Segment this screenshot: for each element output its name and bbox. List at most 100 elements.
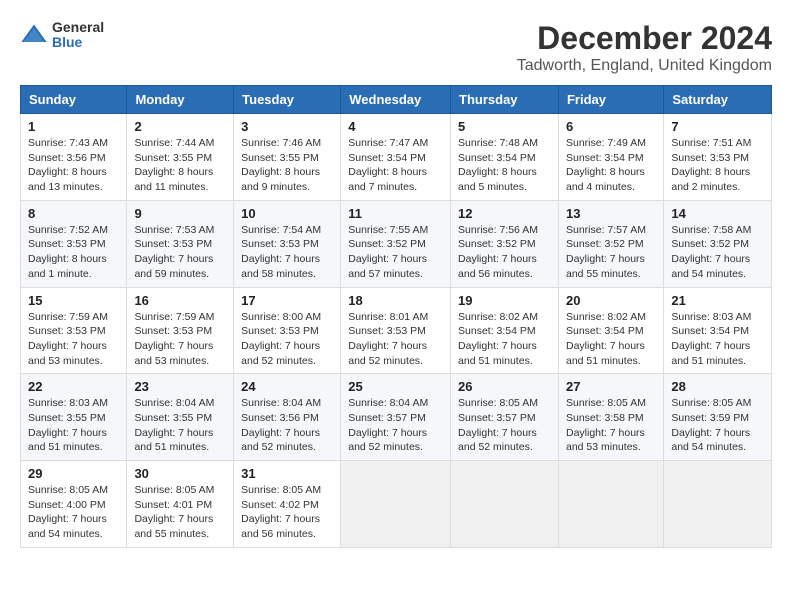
calendar-cell: 24 Sunrise: 8:04 AMSunset: 3:56 PMDayligh… (234, 374, 341, 461)
calendar: SundayMondayTuesdayWednesdayThursdayFrid… (20, 85, 772, 548)
calendar-cell: 16 Sunrise: 7:59 AMSunset: 3:53 PMDayligh… (127, 287, 234, 374)
calendar-cell: 18 Sunrise: 8:01 AMSunset: 3:53 PMDayligh… (341, 287, 451, 374)
day-number: 18 (348, 293, 443, 308)
day-number: 16 (134, 293, 226, 308)
day-info: Sunrise: 8:05 AMSunset: 3:57 PMDaylight:… (458, 396, 551, 455)
day-number: 22 (28, 379, 119, 394)
day-info: Sunrise: 8:00 AMSunset: 3:53 PMDaylight:… (241, 310, 333, 369)
day-number: 6 (566, 119, 656, 134)
day-number: 24 (241, 379, 333, 394)
day-number: 1 (28, 119, 119, 134)
calendar-cell: 13 Sunrise: 7:57 AMSunset: 3:52 PMDayligh… (558, 200, 663, 287)
calendar-cell: 17 Sunrise: 8:00 AMSunset: 3:53 PMDayligh… (234, 287, 341, 374)
day-number: 26 (458, 379, 551, 394)
weekday-header-saturday: Saturday (664, 86, 772, 114)
calendar-cell: 23Sunrise: 8:04 AMSunset: 3:55 PMDayligh… (127, 374, 234, 461)
calendar-cell: 27Sunrise: 8:05 AMSunset: 3:58 PMDayligh… (558, 374, 663, 461)
calendar-cell: 6 Sunrise: 7:49 AMSunset: 3:54 PMDaylight… (558, 114, 663, 201)
day-info: Sunrise: 8:05 AMSunset: 4:01 PMDaylight:… (134, 483, 226, 542)
logo-text: General Blue (52, 20, 104, 51)
day-info: Sunrise: 7:44 AMSunset: 3:55 PMDaylight:… (134, 136, 226, 195)
day-number: 9 (134, 206, 226, 221)
calendar-cell: 15Sunrise: 7:59 AMSunset: 3:53 PMDayligh… (21, 287, 127, 374)
day-info: Sunrise: 8:03 AMSunset: 3:55 PMDaylight:… (28, 396, 119, 455)
page-header: General Blue December 2024 Tadworth, Eng… (20, 20, 772, 75)
day-info: Sunrise: 8:02 AMSunset: 3:54 PMDaylight:… (458, 310, 551, 369)
calendar-week-row: 8 Sunrise: 7:52 AMSunset: 3:53 PMDaylight… (21, 200, 772, 287)
calendar-cell: 1 Sunrise: 7:43 AMSunset: 3:56 PMDaylight… (21, 114, 127, 201)
weekday-header-monday: Monday (127, 86, 234, 114)
calendar-cell (664, 461, 772, 548)
day-info: Sunrise: 8:05 AMSunset: 4:02 PMDaylight:… (241, 483, 333, 542)
day-info: Sunrise: 8:04 AMSunset: 3:56 PMDaylight:… (241, 396, 333, 455)
weekday-header-friday: Friday (558, 86, 663, 114)
calendar-cell: 29Sunrise: 8:05 AMSunset: 4:00 PMDayligh… (21, 461, 127, 548)
day-info: Sunrise: 7:58 AMSunset: 3:52 PMDaylight:… (671, 223, 764, 282)
day-info: Sunrise: 7:51 AMSunset: 3:53 PMDaylight:… (671, 136, 764, 195)
day-info: Sunrise: 7:57 AMSunset: 3:52 PMDaylight:… (566, 223, 656, 282)
day-number: 31 (241, 466, 333, 481)
day-number: 20 (566, 293, 656, 308)
calendar-cell (558, 461, 663, 548)
calendar-cell: 19 Sunrise: 8:02 AMSunset: 3:54 PMDayligh… (451, 287, 559, 374)
day-info: Sunrise: 7:48 AMSunset: 3:54 PMDaylight:… (458, 136, 551, 195)
calendar-week-row: 15Sunrise: 7:59 AMSunset: 3:53 PMDayligh… (21, 287, 772, 374)
calendar-cell (451, 461, 559, 548)
day-info: Sunrise: 7:43 AMSunset: 3:56 PMDaylight:… (28, 136, 119, 195)
calendar-cell: 30 Sunrise: 8:05 AMSunset: 4:01 PMDayligh… (127, 461, 234, 548)
weekday-header-sunday: Sunday (21, 86, 127, 114)
day-number: 13 (566, 206, 656, 221)
calendar-week-row: 1 Sunrise: 7:43 AMSunset: 3:56 PMDaylight… (21, 114, 772, 201)
day-info: Sunrise: 8:02 AMSunset: 3:54 PMDaylight:… (566, 310, 656, 369)
day-number: 12 (458, 206, 551, 221)
calendar-cell: 3 Sunrise: 7:46 AMSunset: 3:55 PMDaylight… (234, 114, 341, 201)
day-info: Sunrise: 7:54 AMSunset: 3:53 PMDaylight:… (241, 223, 333, 282)
calendar-cell (341, 461, 451, 548)
calendar-cell: 12 Sunrise: 7:56 AMSunset: 3:52 PMDayligh… (451, 200, 559, 287)
day-info: Sunrise: 7:53 AMSunset: 3:53 PMDaylight:… (134, 223, 226, 282)
day-number: 8 (28, 206, 119, 221)
calendar-cell: 20 Sunrise: 8:02 AMSunset: 3:54 PMDayligh… (558, 287, 663, 374)
day-info: Sunrise: 7:56 AMSunset: 3:52 PMDaylight:… (458, 223, 551, 282)
calendar-cell: 8 Sunrise: 7:52 AMSunset: 3:53 PMDaylight… (21, 200, 127, 287)
day-info: Sunrise: 8:04 AMSunset: 3:55 PMDaylight:… (134, 396, 226, 455)
calendar-cell: 26 Sunrise: 8:05 AMSunset: 3:57 PMDayligh… (451, 374, 559, 461)
logo-blue: Blue (52, 35, 104, 50)
day-info: Sunrise: 7:52 AMSunset: 3:53 PMDaylight:… (28, 223, 119, 282)
calendar-cell: 22 Sunrise: 8:03 AMSunset: 3:55 PMDayligh… (21, 374, 127, 461)
day-info: Sunrise: 7:59 AMSunset: 3:53 PMDaylight:… (28, 310, 119, 369)
calendar-cell: 14 Sunrise: 7:58 AMSunset: 3:52 PMDayligh… (664, 200, 772, 287)
calendar-cell: 2 Sunrise: 7:44 AMSunset: 3:55 PMDaylight… (127, 114, 234, 201)
day-number: 17 (241, 293, 333, 308)
calendar-cell: 5 Sunrise: 7:48 AMSunset: 3:54 PMDaylight… (451, 114, 559, 201)
day-number: 2 (134, 119, 226, 134)
day-number: 3 (241, 119, 333, 134)
day-number: 27 (566, 379, 656, 394)
logo-icon (20, 21, 48, 49)
calendar-cell: 25Sunrise: 8:04 AMSunset: 3:57 PMDayligh… (341, 374, 451, 461)
calendar-cell: 11Sunrise: 7:55 AMSunset: 3:52 PMDayligh… (341, 200, 451, 287)
day-number: 28 (671, 379, 764, 394)
day-info: Sunrise: 8:04 AMSunset: 3:57 PMDaylight:… (348, 396, 443, 455)
day-info: Sunrise: 7:47 AMSunset: 3:54 PMDaylight:… (348, 136, 443, 195)
day-info: Sunrise: 7:49 AMSunset: 3:54 PMDaylight:… (566, 136, 656, 195)
day-info: Sunrise: 8:03 AMSunset: 3:54 PMDaylight:… (671, 310, 764, 369)
day-info: Sunrise: 8:05 AMSunset: 3:59 PMDaylight:… (671, 396, 764, 455)
day-info: Sunrise: 7:46 AMSunset: 3:55 PMDaylight:… (241, 136, 333, 195)
day-number: 10 (241, 206, 333, 221)
calendar-cell: 31 Sunrise: 8:05 AMSunset: 4:02 PMDayligh… (234, 461, 341, 548)
weekday-header-tuesday: Tuesday (234, 86, 341, 114)
logo-general: General (52, 20, 104, 35)
day-info: Sunrise: 8:01 AMSunset: 3:53 PMDaylight:… (348, 310, 443, 369)
calendar-cell: 9 Sunrise: 7:53 AMSunset: 3:53 PMDaylight… (127, 200, 234, 287)
day-number: 21 (671, 293, 764, 308)
calendar-cell: 4Sunrise: 7:47 AMSunset: 3:54 PMDaylight… (341, 114, 451, 201)
day-number: 30 (134, 466, 226, 481)
day-number: 19 (458, 293, 551, 308)
day-number: 5 (458, 119, 551, 134)
weekday-header-thursday: Thursday (451, 86, 559, 114)
day-number: 14 (671, 206, 764, 221)
calendar-cell: 28 Sunrise: 8:05 AMSunset: 3:59 PMDayligh… (664, 374, 772, 461)
day-info: Sunrise: 7:59 AMSunset: 3:53 PMDaylight:… (134, 310, 226, 369)
calendar-cell: 21 Sunrise: 8:03 AMSunset: 3:54 PMDayligh… (664, 287, 772, 374)
